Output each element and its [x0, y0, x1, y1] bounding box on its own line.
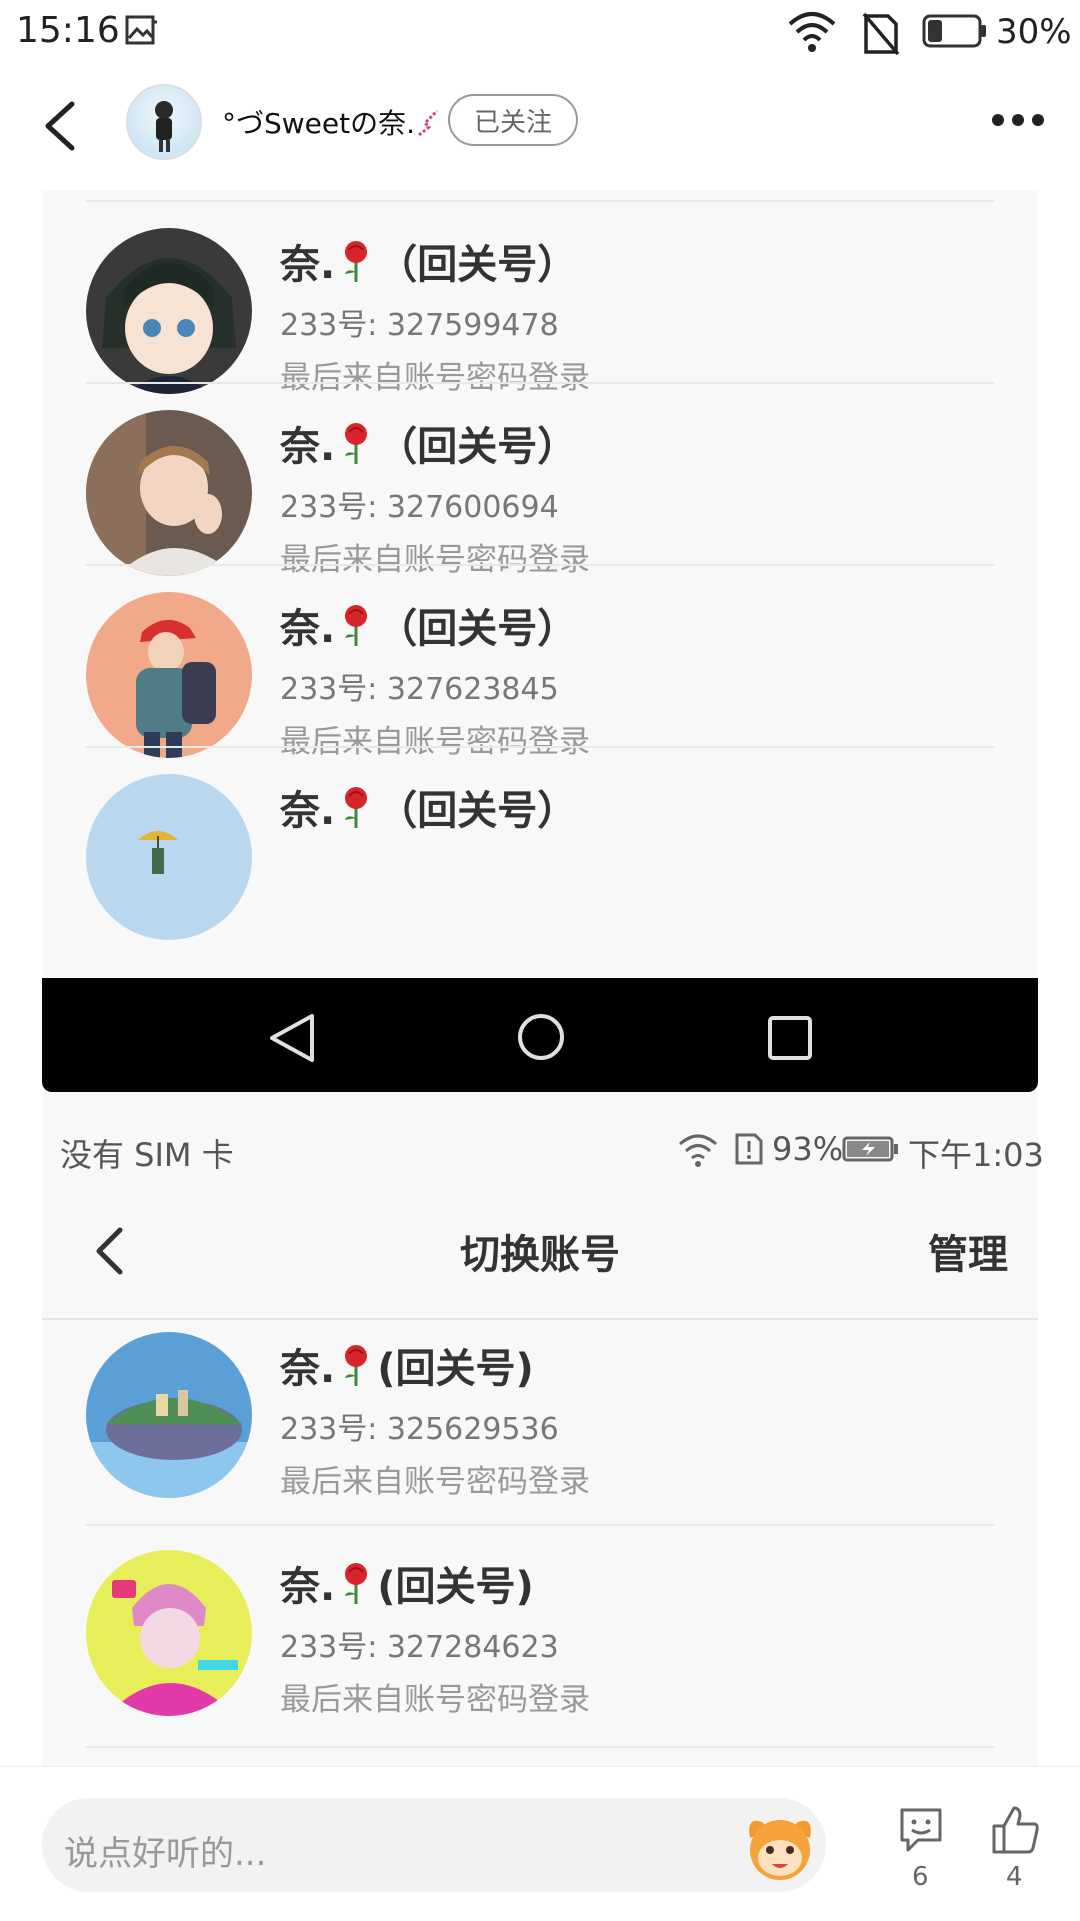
- comment-placeholder: 说点好听的...: [64, 1834, 267, 1874]
- nav-recents-icon[interactable]: [766, 1014, 814, 1062]
- account-name: 奈. (回关号): [280, 1345, 534, 1392]
- row-divider: [86, 1746, 994, 1748]
- account-list-top: 奈. （回关号） 233号: 327599478 最后来自账号密码登录 奈. （回关…: [42, 190, 1038, 978]
- emoji-reaction-icon[interactable]: [896, 1804, 946, 1854]
- battery-percent: 93%: [772, 1130, 844, 1168]
- battery-charging-icon: [842, 1136, 898, 1162]
- no-sim-icon: [862, 12, 900, 56]
- account-id: 233号: 327284623: [280, 1630, 559, 1665]
- like-count: 4: [1006, 1862, 1023, 1892]
- alert-icon: [735, 1133, 763, 1165]
- row-divider: [86, 564, 994, 566]
- avatar: [86, 410, 252, 576]
- account-list-bottom: 奈. (回关号) 233号: 325629536 最后来自账号密码登录 奈. (回关…: [42, 1320, 1038, 1766]
- row-divider: [86, 746, 994, 748]
- thumbs-up-icon[interactable]: [990, 1804, 1042, 1856]
- manage-button[interactable]: 管理: [928, 1222, 1008, 1280]
- follow-button[interactable]: 已关注: [448, 94, 578, 146]
- sim-status: 没有 SIM 卡: [60, 1136, 234, 1174]
- account-name: 奈. （回关号）: [280, 605, 578, 652]
- username[interactable]: °づSweetの奈.: [222, 102, 441, 142]
- account-row[interactable]: 奈. （回关号）: [42, 746, 1038, 969]
- account-id: 233号: 325629536: [280, 1412, 559, 1447]
- row-divider: [86, 200, 994, 202]
- account-name: 奈. （回关号）: [280, 423, 578, 470]
- rose-icon: [345, 1345, 368, 1386]
- wifi-icon: [679, 1134, 717, 1167]
- battery-percent: 30%: [996, 12, 1072, 52]
- emoji-count: 6: [912, 1862, 929, 1892]
- back-icon[interactable]: [94, 1226, 124, 1276]
- avatar: [86, 228, 252, 394]
- avatar: [86, 774, 252, 940]
- rose-icon: [345, 1563, 368, 1604]
- account-id: 233号: 327600694: [280, 490, 559, 525]
- inner-header-area: [42, 1092, 1038, 1324]
- mascot-emoji-icon[interactable]: [742, 1808, 818, 1884]
- more-icon[interactable]: [990, 112, 1046, 128]
- rose-icon: [345, 787, 368, 828]
- back-icon[interactable]: [40, 100, 80, 152]
- avatar: [86, 1332, 252, 1498]
- account-name: 奈. (回关号): [280, 1563, 534, 1610]
- rose-icon: [345, 423, 368, 464]
- avatar: [86, 592, 252, 758]
- status-time: 15:16: [16, 10, 120, 51]
- login-method: 最后来自账号密码登录: [280, 1682, 590, 1718]
- row-divider: [86, 382, 994, 384]
- account-id: 233号: 327599478: [280, 308, 559, 343]
- account-row[interactable]: 奈. (回关号) 233号: 325629536 最后来自账号密码登录: [42, 1320, 1038, 1543]
- account-id: 233号: 327623845: [280, 672, 559, 707]
- page-title: 切换账号: [460, 1232, 620, 1278]
- nav-back-icon[interactable]: [268, 1012, 316, 1064]
- sparkle-icon: [418, 109, 439, 137]
- nav-home-icon[interactable]: [516, 1012, 566, 1062]
- avatar[interactable]: [126, 84, 202, 160]
- row-divider: [86, 1524, 994, 1526]
- rose-icon: [345, 605, 368, 646]
- rose-icon: [345, 241, 368, 282]
- avatar: [86, 1550, 252, 1716]
- account-name: 奈. （回关号）: [280, 241, 578, 288]
- account-name: 奈. （回关号）: [280, 787, 578, 834]
- wifi-icon: [788, 12, 836, 52]
- account-row[interactable]: 奈. (回关号) 233号: 327284623 最后来自账号密码登录: [42, 1524, 1038, 1747]
- status-time: 下午1:03: [908, 1136, 1044, 1174]
- login-method: 最后来自账号密码登录: [280, 1464, 590, 1500]
- battery-icon: [922, 14, 986, 48]
- gallery-icon: [125, 15, 157, 45]
